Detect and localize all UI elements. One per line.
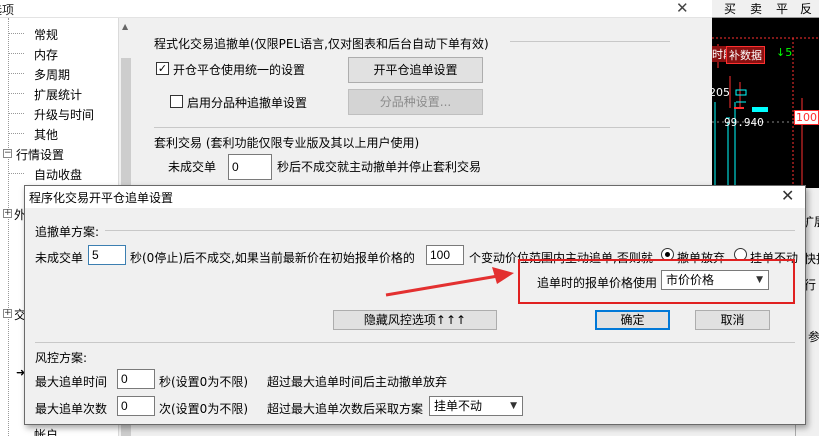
unfilled-mid-text: 秒(0停止)后不成交,如果当前最新价在初始报单价格的 bbox=[130, 251, 415, 265]
options-title: 选项 bbox=[0, 3, 15, 17]
options-title-bar: 选项 ✕ bbox=[0, 0, 712, 18]
tree-item-auto-close[interactable]: 自动收盘 bbox=[34, 166, 82, 183]
unfilled-label: 未成交单 bbox=[35, 251, 84, 265]
max-count-label: 最大追单次数 bbox=[35, 402, 108, 416]
chart-tag-fill-data[interactable]: 补数据 bbox=[726, 46, 765, 64]
close-icon[interactable]: ✕ bbox=[781, 186, 794, 205]
max-time-unit: 秒(设置0为不限) bbox=[159, 375, 248, 389]
risk-section-label: 风控方案: bbox=[35, 351, 88, 365]
tree-item-multi-period[interactable]: 多周期 bbox=[34, 66, 70, 83]
dialog-title: 程序化交易开平仓追单设置 bbox=[29, 191, 174, 205]
open-close-setting-button[interactable]: 开平仓追单设置 bbox=[348, 57, 483, 83]
sell-button[interactable]: 卖 bbox=[750, 0, 762, 17]
variety-checkbox-label: 启用分品种追撤单设置 bbox=[187, 96, 308, 110]
tree-item-memory[interactable]: 内存 bbox=[34, 46, 58, 63]
tree-item-account[interactable]: 帐户 bbox=[34, 426, 58, 436]
hide-risk-options-button[interactable]: 隐藏风控选项↑↑↑ bbox=[333, 310, 497, 330]
side-label-param: 参 bbox=[808, 330, 819, 344]
ok-button[interactable]: 确定 bbox=[595, 310, 670, 330]
max-time-input[interactable] bbox=[117, 369, 155, 389]
reverse-button[interactable]: 反 bbox=[800, 0, 812, 17]
chase-order-dialog: 程序化交易开平仓追单设置 ✕ 追撤单方案: 未成交单 秒(0停止)后不成交,如果… bbox=[24, 185, 806, 425]
max-count-input[interactable] bbox=[117, 396, 155, 416]
expand-icon[interactable]: + bbox=[3, 209, 12, 218]
unified-checkbox[interactable]: ✓ bbox=[156, 62, 169, 75]
cancel-button[interactable]: 取消 bbox=[695, 310, 770, 330]
tree-item-ext-stats[interactable]: 扩展统计 bbox=[34, 86, 82, 103]
arb-unfilled-input[interactable] bbox=[228, 154, 272, 180]
section-title-pel: 程式化交易追撤单(仅限PEL语言,仅对图表和后台自动下单有效) bbox=[154, 37, 489, 51]
variety-checkbox[interactable] bbox=[170, 95, 183, 108]
side-label-shortcut: 快捷 bbox=[804, 252, 819, 266]
max-time-label: 最大追单时间 bbox=[35, 375, 108, 389]
close-position-button[interactable]: 平 bbox=[776, 0, 788, 17]
unfilled-seconds-input[interactable] bbox=[88, 245, 126, 265]
close-icon[interactable]: ✕ bbox=[676, 0, 689, 17]
expand-icon[interactable]: + bbox=[3, 309, 12, 318]
buy-button[interactable]: 买 bbox=[724, 0, 736, 17]
arbitrage-title: 套利交易 (套利功能仅限专业版及其以上用户使用) bbox=[154, 136, 420, 150]
chart-price-label: 205 bbox=[712, 86, 730, 99]
tree-item-upgrade[interactable]: 升级与时间 bbox=[34, 106, 94, 123]
chart-svg bbox=[712, 37, 819, 188]
variety-setting-button[interactable]: 分品种设置... bbox=[348, 89, 483, 115]
tree-item-other[interactable]: 其他 bbox=[34, 126, 58, 143]
chart-tag-arrow: ↓5 bbox=[776, 46, 793, 59]
arb-unfilled-suffix: 秒后不成交就主动撤单并停止套利交易 bbox=[277, 160, 482, 174]
scroll-up-icon[interactable]: ▲ bbox=[122, 22, 128, 31]
tree-item-general[interactable]: 常规 bbox=[34, 26, 58, 43]
chevron-down-icon: ▼ bbox=[510, 401, 517, 411]
max-time-desc: 超过最大追单时间后主动撤单放弃 bbox=[267, 375, 448, 389]
expand-icon[interactable]: − bbox=[3, 149, 12, 158]
chart-current-price: 99.940 bbox=[724, 116, 764, 129]
dialog-title-bar: 程序化交易开平仓追单设置 ✕ bbox=[25, 186, 805, 208]
chart-price-tag-right: 100 bbox=[794, 110, 819, 125]
max-count-unit: 次(设置0为不限) bbox=[159, 402, 248, 416]
max-count-action-select[interactable]: 挂单不动 ▼ bbox=[429, 396, 523, 416]
annotation-highlight-box bbox=[518, 259, 795, 304]
chase-section-label: 追撤单方案: bbox=[35, 225, 100, 239]
tree-item-quote[interactable]: 行情设置 bbox=[16, 146, 64, 163]
chart-toolbar: 买 卖 平 反 bbox=[712, 0, 819, 18]
price-chart: 时段 补数据 ↓5 205 99.940 100 bbox=[712, 18, 819, 188]
annotation-arrow bbox=[385, 267, 514, 297]
max-count-action-value: 挂单不动 bbox=[434, 399, 483, 413]
max-count-desc: 超过最大追单次数后采取方案 bbox=[267, 402, 424, 416]
unified-checkbox-label: 开仓平仓使用统一的设置 bbox=[173, 63, 306, 77]
arb-unfilled-label: 未成交单 bbox=[168, 160, 217, 174]
